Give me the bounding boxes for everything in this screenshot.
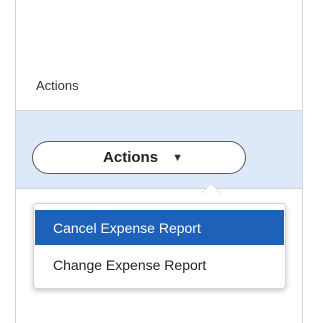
actions-button-label: Actions [103,149,159,166]
menu-item-label: Change Expense Report [53,256,207,273]
chevron-down-icon: ▼ [172,151,183,164]
table-right-border [302,0,303,323]
menu-pointer [201,184,221,194]
menu-item-change-expense-report[interactable]: Change Expense Report [35,247,284,282]
actions-button[interactable]: Actions ▼ [32,141,246,174]
column-header-actions: Actions [36,78,79,93]
actions-dropdown-menu: Cancel Expense Report Change Expense Rep… [33,203,286,289]
menu-item-label: Cancel Expense Report [53,219,201,236]
menu-item-cancel-expense-report[interactable]: Cancel Expense Report [35,210,284,245]
column-header-cell: Actions [16,0,302,111]
